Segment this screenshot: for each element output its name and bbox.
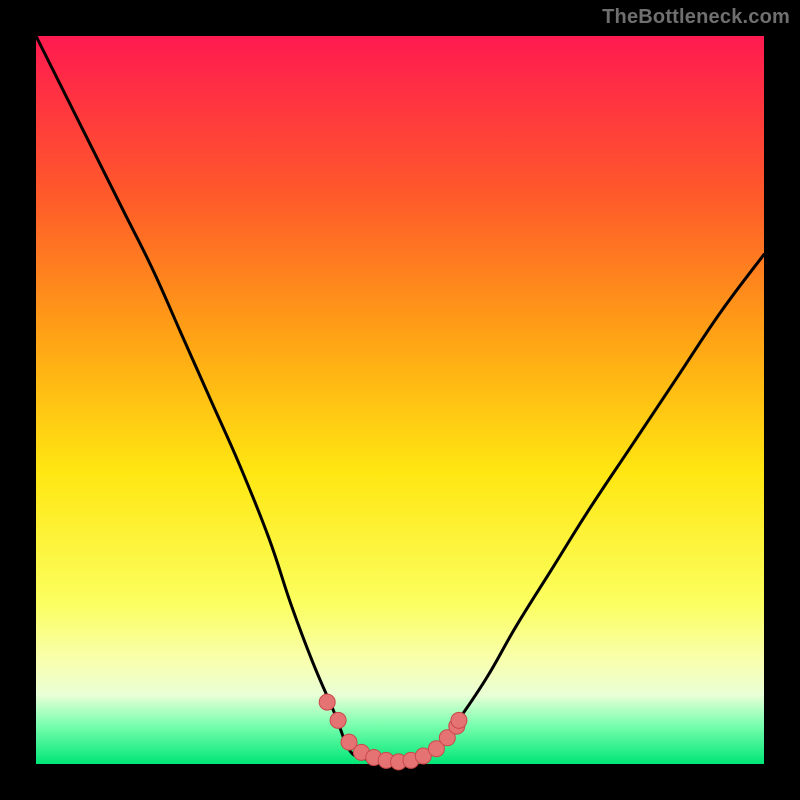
valley-marker [319, 694, 335, 710]
bottleneck-curve [36, 36, 764, 763]
valley-marker [451, 712, 467, 728]
valley-marker [330, 712, 346, 728]
plot-area [36, 36, 764, 764]
chart-frame: TheBottleneck.com [0, 0, 800, 800]
curve-layer [36, 36, 764, 764]
watermark-text: TheBottleneck.com [602, 6, 790, 29]
